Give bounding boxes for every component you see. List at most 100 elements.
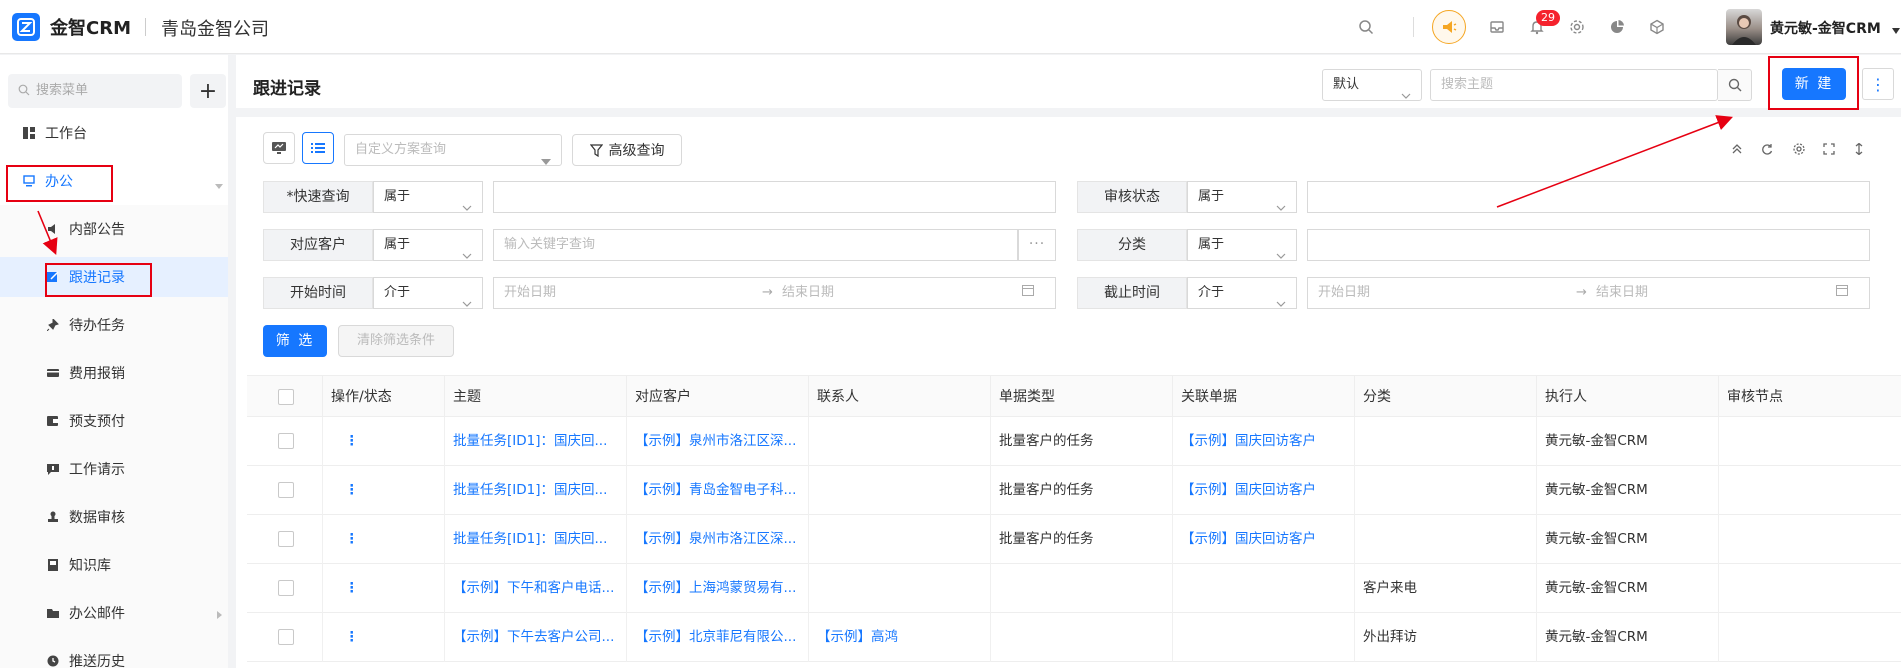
- filter-value-quick[interactable]: [493, 181, 1056, 213]
- avatar[interactable]: [1726, 9, 1762, 45]
- table-cell[interactable]: 批量任务[ID1]：国庆回...: [444, 466, 626, 515]
- table-cell[interactable]: [1172, 564, 1354, 613]
- table-cell[interactable]: 【示例】上海鸿蒙贸易有...: [626, 564, 808, 613]
- gear-icon[interactable]: [1567, 17, 1587, 37]
- end-date-input[interactable]: 结束日期: [782, 278, 1022, 308]
- table-row[interactable]: ⋮ 【示例】下午去客户公司... 【示例】北京菲尼有限公... 【示例】高鸿 外出拜访黄…: [247, 613, 1901, 662]
- table-cell[interactable]: 【示例】下午去客户公司...: [444, 613, 626, 662]
- fullscreen-icon[interactable]: [1821, 141, 1837, 157]
- table-cell[interactable]: 【示例】北京菲尼有限公...: [626, 613, 808, 662]
- sidebar-item-todo[interactable]: 待办任务: [0, 305, 228, 345]
- end-date-input[interactable]: 结束日期: [1596, 278, 1836, 308]
- column-header[interactable]: 分类: [1354, 376, 1536, 418]
- subject-search-input[interactable]: 搜索主题: [1430, 69, 1718, 101]
- announcement-icon[interactable]: [1432, 10, 1466, 44]
- sidebar-item-mail[interactable]: 办公邮件: [0, 593, 228, 633]
- table-cell[interactable]: 【示例】泉州市洛江区深...: [626, 515, 808, 564]
- filter-operator-quick[interactable]: 属于: [373, 181, 483, 213]
- settings-icon[interactable]: [1791, 141, 1807, 157]
- sidebar-item-label: 工作台: [45, 126, 87, 142]
- column-header[interactable]: 审核节点: [1718, 376, 1901, 418]
- caret-down-icon[interactable]: [1892, 22, 1900, 38]
- table-cell[interactable]: [1172, 613, 1354, 662]
- row-actions-button[interactable]: ⋮: [322, 613, 444, 662]
- table-cell[interactable]: [808, 466, 990, 515]
- user-name[interactable]: 黄元敏-金智CRM: [1770, 18, 1881, 38]
- table-cell[interactable]: 【示例】国庆回访客户: [1172, 466, 1354, 515]
- end-time-range-picker[interactable]: 开始日期 → 结束日期: [1307, 277, 1870, 309]
- filter-value-review-status[interactable]: [1307, 181, 1870, 213]
- row-actions-button[interactable]: ⋮: [322, 417, 444, 466]
- filter-operator-start-time[interactable]: 介于: [373, 277, 483, 309]
- table-cell[interactable]: [808, 564, 990, 613]
- table-cell[interactable]: 【示例】国庆回访客户: [1172, 515, 1354, 564]
- row-checkbox[interactable]: [278, 629, 294, 645]
- custom-scheme-select[interactable]: 自定义方案查询: [344, 134, 562, 166]
- card-view-button[interactable]: [263, 132, 295, 164]
- filter-value-customer[interactable]: 输入关键字查询: [493, 229, 1018, 261]
- filter-operator-customer[interactable]: 属于: [373, 229, 483, 261]
- table-cell[interactable]: 【示例】高鸿: [808, 613, 990, 662]
- filter-operator-category[interactable]: 属于: [1187, 229, 1297, 261]
- table-cell[interactable]: 【示例】青岛金智电子科...: [626, 466, 808, 515]
- table-cell[interactable]: [808, 417, 990, 466]
- list-view-button[interactable]: [302, 132, 334, 164]
- filter-button[interactable]: 筛 选: [263, 325, 327, 357]
- collapse-up-icon[interactable]: [1729, 141, 1745, 157]
- table-row[interactable]: ⋮ 【示例】下午和客户电话... 【示例】上海鸿蒙贸易有... 客户来电 黄元敏-金智C…: [247, 564, 1901, 613]
- column-header[interactable]: 联系人: [808, 376, 990, 418]
- filter-value-category[interactable]: [1307, 229, 1870, 261]
- clear-filters-button[interactable]: 清除筛选条件: [338, 325, 454, 357]
- sidebar-item-announcements[interactable]: 内部公告: [0, 209, 228, 249]
- column-height-icon[interactable]: [1851, 141, 1867, 157]
- row-actions-button[interactable]: ⋮: [322, 515, 444, 564]
- inbox-icon[interactable]: [1487, 17, 1507, 37]
- filter-operator-review-status[interactable]: 属于: [1187, 181, 1297, 213]
- add-menu-button[interactable]: +: [190, 74, 226, 108]
- row-checkbox[interactable]: [278, 482, 294, 498]
- filter-operator-end-time[interactable]: 介于: [1187, 277, 1297, 309]
- sidebar-item-workbench[interactable]: 工作台: [0, 113, 228, 153]
- menu-search-input[interactable]: 搜索菜单: [8, 74, 182, 108]
- sidebar-item-knowledge[interactable]: 知识库: [0, 545, 228, 585]
- search-button[interactable]: [1718, 69, 1752, 101]
- column-header[interactable]: 关联单据: [1172, 376, 1354, 418]
- table-cell[interactable]: 批量任务[ID1]：国庆回...: [444, 515, 626, 564]
- table-cell[interactable]: 批量任务[ID1]：国庆回...: [444, 417, 626, 466]
- table-cell[interactable]: 【示例】泉州市洛江区深...: [626, 417, 808, 466]
- column-header[interactable]: 操作/状态: [322, 376, 444, 418]
- search-icon[interactable]: [1356, 17, 1376, 37]
- sidebar-item-requests[interactable]: 工作请示: [0, 449, 228, 489]
- column-header[interactable]: 执行人: [1536, 376, 1718, 418]
- row-actions-button[interactable]: ⋮: [322, 564, 444, 613]
- sidebar-item-expenses[interactable]: 费用报销: [0, 353, 228, 393]
- select-all-checkbox[interactable]: [278, 389, 294, 405]
- pie-chart-icon[interactable]: [1607, 17, 1627, 37]
- row-actions-button[interactable]: ⋮: [322, 466, 444, 515]
- table-cell[interactable]: [808, 515, 990, 564]
- start-time-range-picker[interactable]: 开始日期 → 结束日期: [493, 277, 1056, 309]
- column-header[interactable]: 单据类型: [990, 376, 1172, 418]
- table-cell[interactable]: 【示例】下午和客户电话...: [444, 564, 626, 613]
- sidebar-item-data-review[interactable]: 数据审核: [0, 497, 228, 537]
- cube-icon[interactable]: [1647, 17, 1667, 37]
- sort-select[interactable]: 默认: [1322, 69, 1422, 101]
- row-checkbox[interactable]: [278, 433, 294, 449]
- table-row[interactable]: ⋮ 批量任务[ID1]：国庆回... 【示例】青岛金智电子科... 批量客户的任务 【示…: [247, 466, 1901, 515]
- table-row[interactable]: ⋮ 批量任务[ID1]：国庆回... 【示例】泉州市洛江区深... 批量客户的任务 【示…: [247, 417, 1901, 466]
- row-checkbox[interactable]: [278, 580, 294, 596]
- table-row[interactable]: ⋮ 批量任务[ID1]：国庆回... 【示例】泉州市洛江区深... 批量客户的任务 【示…: [247, 515, 1901, 564]
- refresh-icon[interactable]: [1759, 141, 1775, 157]
- column-header[interactable]: 主题: [444, 376, 626, 418]
- advanced-query-button[interactable]: 高级查询: [572, 134, 682, 166]
- start-date-input[interactable]: 开始日期: [504, 278, 762, 308]
- more-options-button[interactable]: ⋮: [1862, 68, 1894, 100]
- sidebar-item-label: 知识库: [69, 558, 111, 574]
- start-date-input[interactable]: 开始日期: [1318, 278, 1576, 308]
- table-cell[interactable]: 【示例】国庆回访客户: [1172, 417, 1354, 466]
- sidebar-item-advance[interactable]: 预支预付: [0, 401, 228, 441]
- column-header[interactable]: 对应客户: [626, 376, 808, 418]
- sidebar-item-push-history[interactable]: 推送历史: [0, 641, 228, 668]
- customer-picker-button[interactable]: ···: [1018, 229, 1056, 261]
- row-checkbox[interactable]: [278, 531, 294, 547]
